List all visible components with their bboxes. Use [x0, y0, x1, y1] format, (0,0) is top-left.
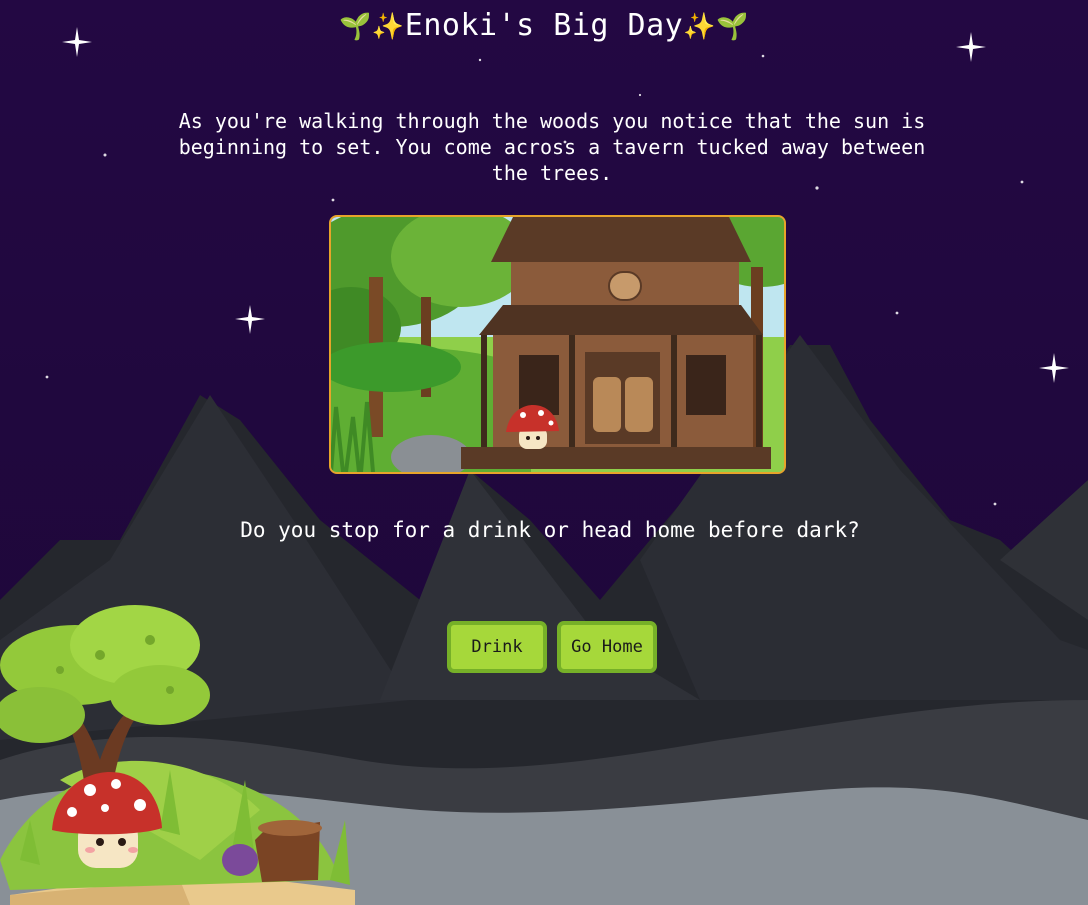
- sparkles-sprout-emoji: ✨🌱: [683, 12, 749, 42]
- scene-image: [329, 215, 786, 474]
- sprout-sparkles-emoji: 🌱✨: [339, 12, 405, 42]
- game-title: 🌱✨Enoki's Big Day✨🌱: [0, 8, 1088, 43]
- drink-button[interactable]: Drink: [447, 621, 547, 673]
- go-home-button[interactable]: Go Home: [557, 621, 657, 673]
- tavern-illustration: [331, 217, 784, 472]
- story-text: As you're walking through the woods you …: [178, 109, 926, 185]
- game-title-text: Enoki's Big Day: [404, 8, 684, 43]
- choice-question: Do you stop for a drink or head home bef…: [240, 518, 860, 542]
